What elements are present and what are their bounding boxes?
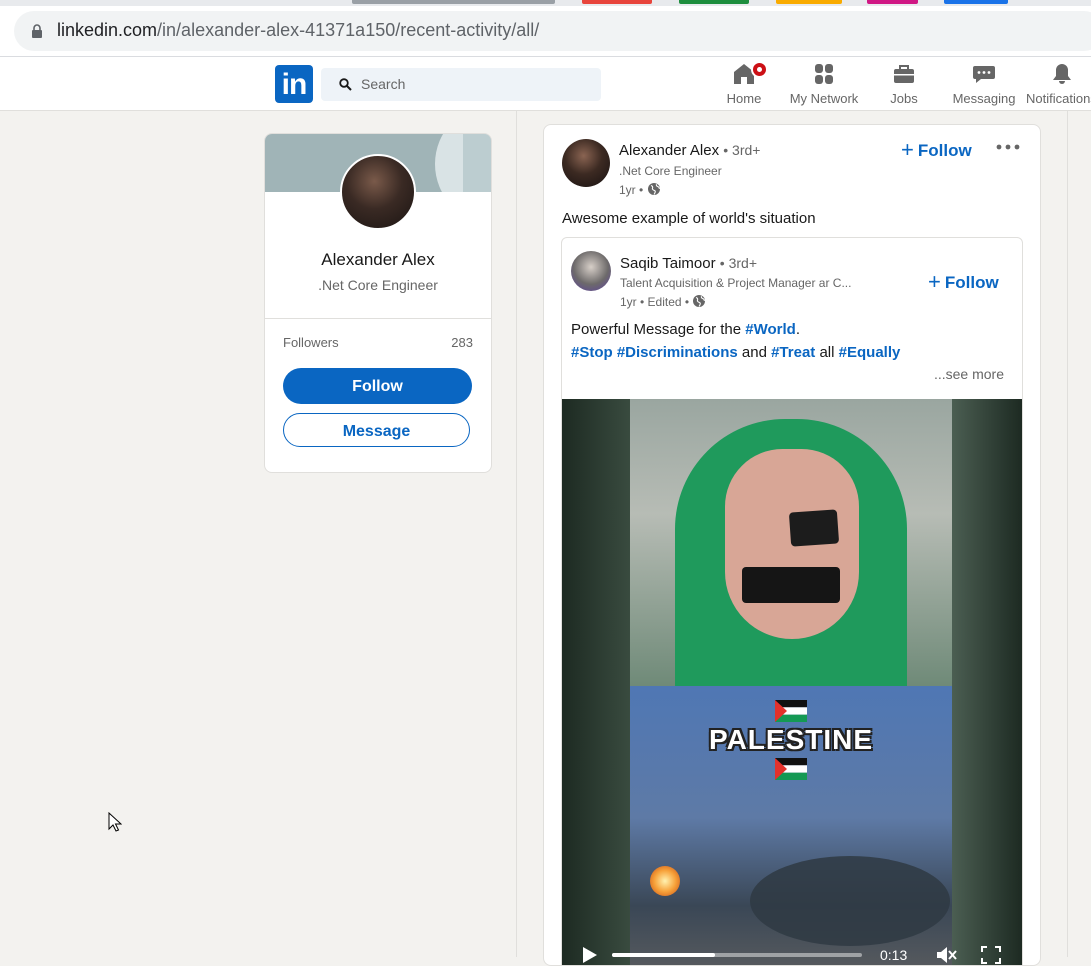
nav-label-jobs: Jobs bbox=[890, 91, 918, 106]
post-follow-button[interactable]: + Follow bbox=[901, 137, 972, 163]
url-path: /in/alexander-alex-41371a150/recent-acti… bbox=[157, 20, 540, 40]
bell-icon bbox=[1053, 64, 1071, 84]
post-author-name-row[interactable]: Alexander Alex • 3rd+ bbox=[619, 142, 760, 159]
browser-tab[interactable] bbox=[776, 0, 842, 4]
divider bbox=[265, 318, 491, 319]
reshare-text: and bbox=[741, 344, 767, 361]
play-icon[interactable] bbox=[580, 946, 598, 964]
browser-tab[interactable] bbox=[944, 0, 1008, 4]
linkedin-logo[interactable]: in bbox=[275, 65, 313, 103]
mute-icon[interactable] bbox=[935, 945, 957, 965]
globe-icon bbox=[693, 295, 706, 307]
reshare-author-headline: Talent Acquisition & Project Manager ar … bbox=[620, 276, 852, 290]
more-options-icon[interactable] bbox=[996, 140, 1020, 154]
notification-badge bbox=[751, 61, 768, 78]
reshare-text-line-2: #Stop #Discriminations and #Treat all #E… bbox=[571, 344, 900, 361]
nav-item-notifications[interactable]: Notifications bbox=[1026, 62, 1091, 108]
profile-avatar[interactable] bbox=[340, 154, 416, 230]
reshare-follow-label: Follow bbox=[944, 273, 999, 292]
post-author-avatar[interactable] bbox=[562, 139, 610, 187]
global-nav: in Search Home My Network Jobs Messaging… bbox=[0, 57, 1091, 111]
fullscreen-icon[interactable] bbox=[981, 946, 1001, 964]
reshare-timestamp: 1yr • Edited • bbox=[620, 295, 690, 309]
connection-degree: • 3rd+ bbox=[719, 255, 757, 271]
profile-name[interactable]: Alexander Alex bbox=[265, 250, 491, 270]
post-timestamp: 1yr • bbox=[619, 183, 644, 197]
search-icon bbox=[339, 78, 352, 91]
video-progress-bar[interactable] bbox=[612, 953, 862, 957]
nav-label-notifications: Notifications bbox=[1026, 91, 1091, 106]
profile-headline: .Net Core Engineer bbox=[318, 277, 438, 293]
url-host: linkedin.com bbox=[57, 20, 158, 40]
follow-button[interactable]: Follow bbox=[283, 368, 472, 404]
browser-tab[interactable] bbox=[867, 0, 918, 4]
lock-icon[interactable] bbox=[31, 24, 43, 38]
video-time: 0:13 bbox=[880, 947, 908, 963]
hashtag-link[interactable]: #Treat bbox=[771, 344, 815, 361]
flag-icon bbox=[775, 700, 807, 722]
reshare-text-line-1: Powerful Message for the #World. bbox=[571, 321, 800, 338]
browser-tab[interactable] bbox=[582, 0, 652, 4]
post-follow-label: Follow bbox=[917, 141, 972, 160]
hashtag-link[interactable]: #Equally bbox=[839, 344, 901, 361]
reshare-timestamp-row: 1yr • Edited • bbox=[620, 294, 706, 309]
video-player[interactable]: PALESTINE 0:13 bbox=[562, 399, 1022, 965]
nav-label-home: Home bbox=[726, 91, 762, 106]
video-progress-fill bbox=[612, 953, 715, 957]
connection-degree: • 3rd+ bbox=[723, 142, 761, 158]
feed-post: Alexander Alex • 3rd+ .Net Core Engineer… bbox=[543, 124, 1041, 966]
followers-label: Followers bbox=[283, 335, 339, 350]
network-icon bbox=[815, 64, 833, 84]
flag-icon bbox=[775, 758, 807, 780]
see-more-link[interactable]: ...see more bbox=[934, 366, 1004, 382]
reshare-text: . bbox=[795, 321, 800, 338]
reshare-author-name-row[interactable]: Saqib Taimoor • 3rd+ bbox=[620, 255, 757, 272]
video-frame-bottom: PALESTINE bbox=[630, 686, 952, 965]
nav-item-messaging[interactable]: Messaging bbox=[950, 62, 1018, 108]
mouse-cursor-icon bbox=[108, 812, 122, 832]
hashtag-link[interactable]: #Discriminations bbox=[617, 344, 738, 361]
message-button[interactable]: Message bbox=[283, 413, 470, 447]
search-placeholder: Search bbox=[361, 76, 406, 92]
reshare-text: Powerful Message for the bbox=[571, 321, 746, 338]
reshare-author-avatar[interactable] bbox=[571, 251, 611, 291]
reshare-follow-button[interactable]: + Follow bbox=[928, 269, 999, 295]
hashtag-link[interactable]: #World bbox=[745, 321, 796, 338]
nav-label-my-network: My Network bbox=[789, 91, 859, 106]
messaging-icon bbox=[973, 66, 995, 83]
nav-item-home[interactable]: Home bbox=[725, 61, 768, 108]
video-overlay-text: PALESTINE bbox=[708, 724, 874, 755]
briefcase-icon bbox=[894, 65, 914, 83]
followers-count: 283 bbox=[451, 335, 473, 350]
video-controls: 0:13 bbox=[562, 932, 1022, 965]
post-author-headline: .Net Core Engineer bbox=[619, 164, 722, 178]
reshare-author-name[interactable]: Saqib Taimoor bbox=[620, 255, 716, 272]
search-input[interactable]: Search bbox=[321, 68, 601, 101]
hashtag-link[interactable]: #Stop bbox=[571, 344, 613, 361]
globe-icon bbox=[647, 183, 660, 195]
video-frame-top bbox=[630, 399, 952, 686]
post-text: Awesome example of world's situation bbox=[562, 210, 816, 227]
url-text[interactable]: linkedin.com/in/alexander-alex-41371a150… bbox=[57, 20, 539, 41]
browser-address-bar: linkedin.com/in/alexander-alex-41371a150… bbox=[0, 6, 1091, 57]
nav-item-jobs[interactable]: Jobs bbox=[889, 62, 919, 108]
reshare-text: all bbox=[819, 344, 835, 361]
profile-card: Alexander Alex .Net Core Engineer Follow… bbox=[264, 133, 492, 473]
post-author-name[interactable]: Alexander Alex bbox=[619, 142, 719, 159]
nav-item-my-network[interactable]: My Network bbox=[787, 62, 861, 108]
nav-label-messaging: Messaging bbox=[952, 91, 1016, 106]
reshared-post: Saqib Taimoor • 3rd+ Talent Acquisition … bbox=[561, 237, 1023, 965]
browser-tab[interactable] bbox=[352, 0, 555, 4]
url-field[interactable]: linkedin.com/in/alexander-alex-41371a150… bbox=[14, 11, 1091, 51]
post-timestamp-row: 1yr • bbox=[619, 182, 661, 197]
browser-tab[interactable] bbox=[679, 0, 749, 4]
